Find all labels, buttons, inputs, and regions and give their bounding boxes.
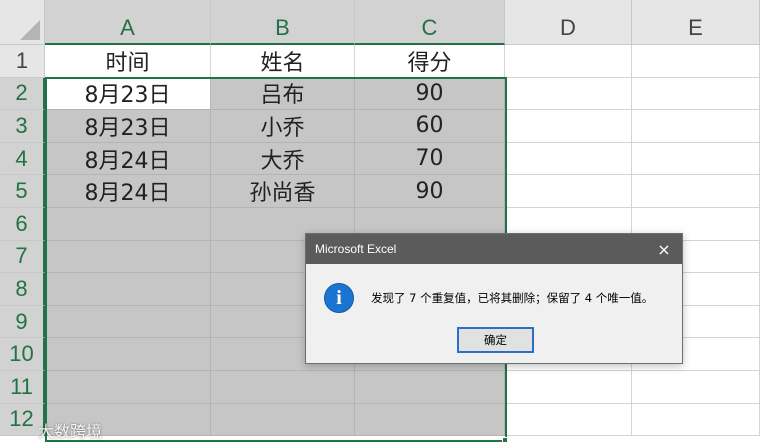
- remove-duplicates-dialog: Microsoft Excel × i 发现了 7 个重复值，已将其删除；保留了…: [305, 233, 683, 364]
- cell-b5[interactable]: 孙尚香: [211, 175, 355, 208]
- row-header-1[interactable]: 1: [0, 45, 45, 78]
- cell-e1[interactable]: [632, 45, 760, 78]
- column-header-b[interactable]: B: [211, 0, 355, 45]
- cell-a5[interactable]: 8月24日: [45, 175, 211, 208]
- row-header-7[interactable]: 7: [0, 240, 45, 274]
- row-header-9[interactable]: 9: [0, 305, 45, 339]
- cell-c1[interactable]: 得分: [355, 45, 505, 78]
- cell-c5[interactable]: 90: [355, 175, 505, 208]
- dialog-message: 发现了 7 个重复值，已将其删除；保留了 4 个唯一值。: [371, 291, 654, 305]
- select-all-triangle-icon: [20, 20, 40, 40]
- cell-d5[interactable]: [505, 175, 632, 208]
- close-icon[interactable]: ×: [654, 240, 674, 259]
- cell-d3[interactable]: [505, 110, 632, 143]
- cell-d4[interactable]: [505, 142, 632, 176]
- column-header-c[interactable]: C: [355, 0, 505, 45]
- column-header-e[interactable]: E: [632, 0, 760, 45]
- dialog-body: i 发现了 7 个重复值，已将其删除；保留了 4 个唯一值。 确定: [306, 264, 682, 363]
- cell-b3[interactable]: 小乔: [211, 110, 355, 143]
- cell-e2[interactable]: [632, 77, 760, 111]
- cell-a7[interactable]: [45, 240, 211, 274]
- cell-e3[interactable]: [632, 110, 760, 143]
- cell-e4[interactable]: [632, 142, 760, 176]
- cell-d1[interactable]: [505, 45, 632, 78]
- cell-c4[interactable]: 70: [355, 142, 505, 176]
- cell-e5[interactable]: [632, 175, 760, 208]
- dialog-title: Microsoft Excel: [315, 242, 397, 256]
- row-header-4[interactable]: 4: [0, 142, 45, 176]
- cell-c2[interactable]: 90: [355, 77, 505, 111]
- cell-b11[interactable]: [211, 371, 355, 404]
- cell-b1[interactable]: 姓名: [211, 45, 355, 78]
- cell-c11[interactable]: [355, 371, 505, 404]
- cell-d2[interactable]: [505, 77, 632, 111]
- row-header-3[interactable]: 3: [0, 110, 45, 143]
- cell-a2[interactable]: 8月23日: [45, 77, 211, 111]
- row-header-10[interactable]: 10: [0, 338, 45, 371]
- cell-a4[interactable]: 8月24日: [45, 142, 211, 176]
- cell-e11[interactable]: [632, 371, 760, 404]
- info-icon: i: [324, 283, 354, 313]
- cell-a9[interactable]: [45, 305, 211, 339]
- cell-d12[interactable]: [505, 403, 632, 437]
- dialog-titlebar[interactable]: Microsoft Excel ×: [306, 234, 682, 264]
- cell-c12[interactable]: [355, 403, 505, 437]
- select-all-corner[interactable]: [0, 0, 45, 45]
- spreadsheet-grid: A B C D E 1 时间 姓名 得分 2 8月23日 吕布 90 3 8月23日 小乔 60 4 8月24日 大乔…: [0, 0, 760, 443]
- row-header-11[interactable]: 11: [0, 371, 45, 404]
- fill-handle[interactable]: [502, 437, 508, 443]
- row-header-5[interactable]: 5: [0, 175, 45, 208]
- column-header-a[interactable]: A: [45, 0, 211, 45]
- column-header-d[interactable]: D: [505, 0, 632, 45]
- row-header-6[interactable]: 6: [0, 208, 45, 241]
- cell-b4[interactable]: 大乔: [211, 142, 355, 176]
- cell-a8[interactable]: [45, 273, 211, 306]
- cell-b2[interactable]: 吕布: [211, 77, 355, 111]
- cell-e12[interactable]: [632, 403, 760, 437]
- row-header-2[interactable]: 2: [0, 77, 45, 111]
- cell-a6[interactable]: [45, 208, 211, 241]
- watermark-text: 大数跨境: [38, 422, 103, 441]
- cell-a1[interactable]: 时间: [45, 45, 211, 78]
- cell-c3[interactable]: 60: [355, 110, 505, 143]
- cell-d11[interactable]: [505, 371, 632, 404]
- cell-b12[interactable]: [211, 403, 355, 437]
- cell-a3[interactable]: 8月23日: [45, 110, 211, 143]
- cell-a11[interactable]: [45, 371, 211, 404]
- row-header-8[interactable]: 8: [0, 273, 45, 306]
- ok-button[interactable]: 确定: [457, 327, 534, 353]
- cell-a10[interactable]: [45, 338, 211, 371]
